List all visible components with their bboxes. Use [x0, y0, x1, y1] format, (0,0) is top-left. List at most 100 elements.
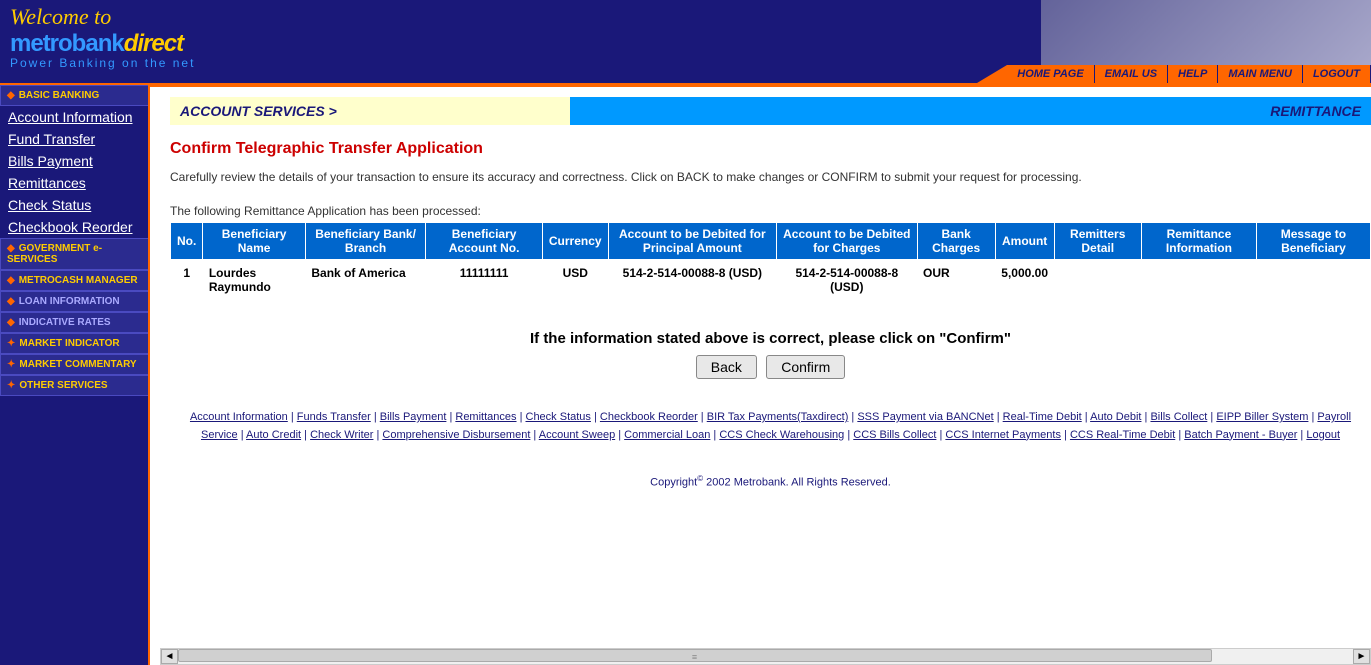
sidebar-item-remittances[interactable]: Remittances — [0, 172, 150, 194]
sidebar-section-basic[interactable]: ◆BASIC BANKING — [0, 85, 150, 106]
processed-note: The following Remittance Application has… — [170, 204, 1371, 218]
footer-link[interactable]: Real-Time Debit — [1003, 411, 1082, 423]
sidebar-section-label: GOVERNMENT e-SERVICES — [7, 243, 102, 265]
sidebar-section-loan[interactable]: ◆ LOAN INFORMATION — [0, 291, 150, 312]
sidebar-section-label: LOAN INFORMATION — [19, 296, 120, 307]
footer-link[interactable]: CCS Internet Payments — [945, 429, 1061, 441]
main-content: ACCOUNT SERVICES > REMITTANCE Confirm Te… — [148, 85, 1371, 665]
footer-link[interactable]: Funds Transfer — [297, 411, 371, 423]
title-bar: ACCOUNT SERVICES > REMITTANCE — [170, 97, 1371, 125]
cell-beneficiary-account: 11111111 — [426, 260, 543, 301]
cell-remitters — [1054, 260, 1141, 301]
horizontal-scrollbar[interactable]: ◄ ≡ ► — [160, 648, 1371, 665]
sidebar-item-bills-payment[interactable]: Bills Payment — [0, 150, 150, 172]
col-remittance-info: Remittance Information — [1141, 223, 1256, 260]
cell-no: 1 — [171, 260, 203, 301]
bullet-icon: ✦ — [7, 359, 15, 370]
page-subtitle: Confirm Telegraphic Transfer Application — [170, 140, 1371, 158]
bullet-icon: ✦ — [7, 380, 15, 391]
nav-logout[interactable]: LOGOUT — [1303, 65, 1371, 83]
cell-amount: 5,000.00 — [995, 260, 1054, 301]
table-row: 1 Lourdes Raymundo Bank of America 11111… — [171, 260, 1371, 301]
bullet-icon: ◆ — [7, 317, 15, 328]
scroll-track[interactable]: ≡ — [178, 649, 1353, 664]
footer-link[interactable]: Batch Payment - Buyer — [1184, 429, 1297, 441]
bullet-icon: ◆ — [7, 275, 15, 286]
footer-link[interactable]: Account Sweep — [539, 429, 615, 441]
bullet-icon: ✦ — [7, 338, 15, 349]
remittance-table: No. Beneficiary Name Beneficiary Bank/ B… — [170, 222, 1371, 300]
cell-remit-info — [1141, 260, 1256, 301]
sidebar-section-label: OTHER SERVICES — [19, 380, 107, 391]
footer-link[interactable]: SSS Payment via BANCNet — [857, 411, 993, 423]
footer-link[interactable]: CCS Check Warehousing — [719, 429, 844, 441]
col-bank-charges: Bank Charges — [917, 223, 995, 260]
cell-currency: USD — [542, 260, 608, 301]
footer-link[interactable]: Commercial Loan — [624, 429, 710, 441]
sidebar-section-market-commentary[interactable]: ✦ MARKET COMMENTARY — [0, 354, 150, 375]
footer-link[interactable]: Check Writer — [310, 429, 373, 441]
breadcrumb: ACCOUNT SERVICES > — [170, 97, 570, 125]
col-message-beneficiary: Message to Beneficiary — [1256, 223, 1370, 260]
table-header-row: No. Beneficiary Name Beneficiary Bank/ B… — [171, 223, 1371, 260]
sidebar-section-label: MARKET INDICATOR — [19, 338, 119, 349]
cell-debit-charges: 514-2-514-00088-8 (USD) — [777, 260, 917, 301]
footer-link[interactable]: Auto Credit — [246, 429, 301, 441]
sidebar-item-fund-transfer[interactable]: Fund Transfer — [0, 128, 150, 150]
confirm-button[interactable]: Confirm — [766, 355, 845, 379]
col-beneficiary-bank: Beneficiary Bank/ Branch — [305, 223, 425, 260]
sidebar-section-label: INDICATIVE RATES — [19, 317, 111, 328]
scroll-right-arrow-icon[interactable]: ► — [1353, 649, 1370, 664]
sidebar-section-gov[interactable]: ◆GOVERNMENT e-SERVICES — [0, 238, 150, 270]
nav-mainmenu[interactable]: MAIN MENU — [1218, 65, 1303, 83]
footer-link[interactable]: Bills Collect — [1150, 411, 1207, 423]
sidebar-section-label: BASIC BANKING — [19, 90, 100, 101]
sidebar-item-checkbook-reorder[interactable]: Checkbook Reorder — [0, 216, 150, 238]
logo-main: metrobank — [10, 30, 124, 57]
keyboard-image — [1041, 0, 1371, 65]
footer-link[interactable]: Checkbook Reorder — [600, 411, 698, 423]
footer-link[interactable]: CCS Real-Time Debit — [1070, 429, 1175, 441]
footer-link[interactable]: Logout — [1306, 429, 1340, 441]
cell-beneficiary-name: Lourdes Raymundo — [203, 260, 306, 301]
footer-link[interactable]: Comprehensive Disbursement — [382, 429, 530, 441]
cell-beneficiary-bank: Bank of America — [305, 260, 425, 301]
footer-links: Account Information | Funds Transfer | B… — [170, 409, 1371, 444]
footer-link[interactable]: Bills Payment — [380, 411, 447, 423]
col-remitters-detail: Remitters Detail — [1054, 223, 1141, 260]
sidebar-section-metrocash[interactable]: ◆ METROCASH MANAGER — [0, 270, 150, 291]
sidebar-section-rates[interactable]: ◆ INDICATIVE RATES — [0, 312, 150, 333]
footer-link[interactable]: EIPP Biller System — [1216, 411, 1308, 423]
nav-email[interactable]: EMAIL US — [1095, 65, 1168, 83]
sidebar-item-account-info[interactable]: Account Information — [0, 106, 150, 128]
footer-link[interactable]: Account Information — [190, 411, 288, 423]
scroll-grip-icon: ≡ — [692, 652, 698, 662]
nav-help[interactable]: HELP — [1168, 65, 1218, 83]
col-currency: Currency — [542, 223, 608, 260]
sidebar-section-other[interactable]: ✦ OTHER SERVICES — [0, 375, 150, 396]
button-row: Back Confirm — [170, 355, 1371, 379]
instruction-text: Carefully review the details of your tra… — [170, 170, 1371, 184]
sidebar: ◆BASIC BANKING Account Information Fund … — [0, 85, 150, 665]
bullet-icon: ◆ — [7, 296, 15, 307]
footer-link[interactable]: Auto Debit — [1090, 411, 1141, 423]
scroll-left-arrow-icon[interactable]: ◄ — [161, 649, 178, 664]
sidebar-section-label: METROCASH MANAGER — [19, 275, 138, 286]
footer-link[interactable]: CCS Bills Collect — [853, 429, 936, 441]
header-bar: Welcome to metrobankdirect Power Banking… — [0, 0, 1371, 85]
sidebar-section-market-indicator[interactable]: ✦ MARKET INDICATOR — [0, 333, 150, 354]
back-button[interactable]: Back — [696, 355, 757, 379]
footer-link[interactable]: Remittances — [455, 411, 516, 423]
confirm-prompt: If the information stated above is corre… — [170, 330, 1371, 347]
col-debit-principal: Account to be Debited for Principal Amou… — [608, 223, 777, 260]
bullet-icon: ◆ — [7, 243, 15, 254]
nav-home[interactable]: HOME PAGE — [1007, 65, 1094, 83]
sidebar-item-check-status[interactable]: Check Status — [0, 194, 150, 216]
logo-suffix: direct — [124, 30, 183, 57]
col-beneficiary-account: Beneficiary Account No. — [426, 223, 543, 260]
sidebar-section-label: MARKET COMMENTARY — [19, 359, 136, 370]
footer-link[interactable]: BIR Tax Payments(Taxdirect) — [707, 411, 849, 423]
copyright-post: 2002 Metrobank. All Rights Reserved. — [703, 477, 891, 489]
scroll-thumb[interactable]: ≡ — [178, 649, 1212, 662]
footer-link[interactable]: Check Status — [526, 411, 591, 423]
